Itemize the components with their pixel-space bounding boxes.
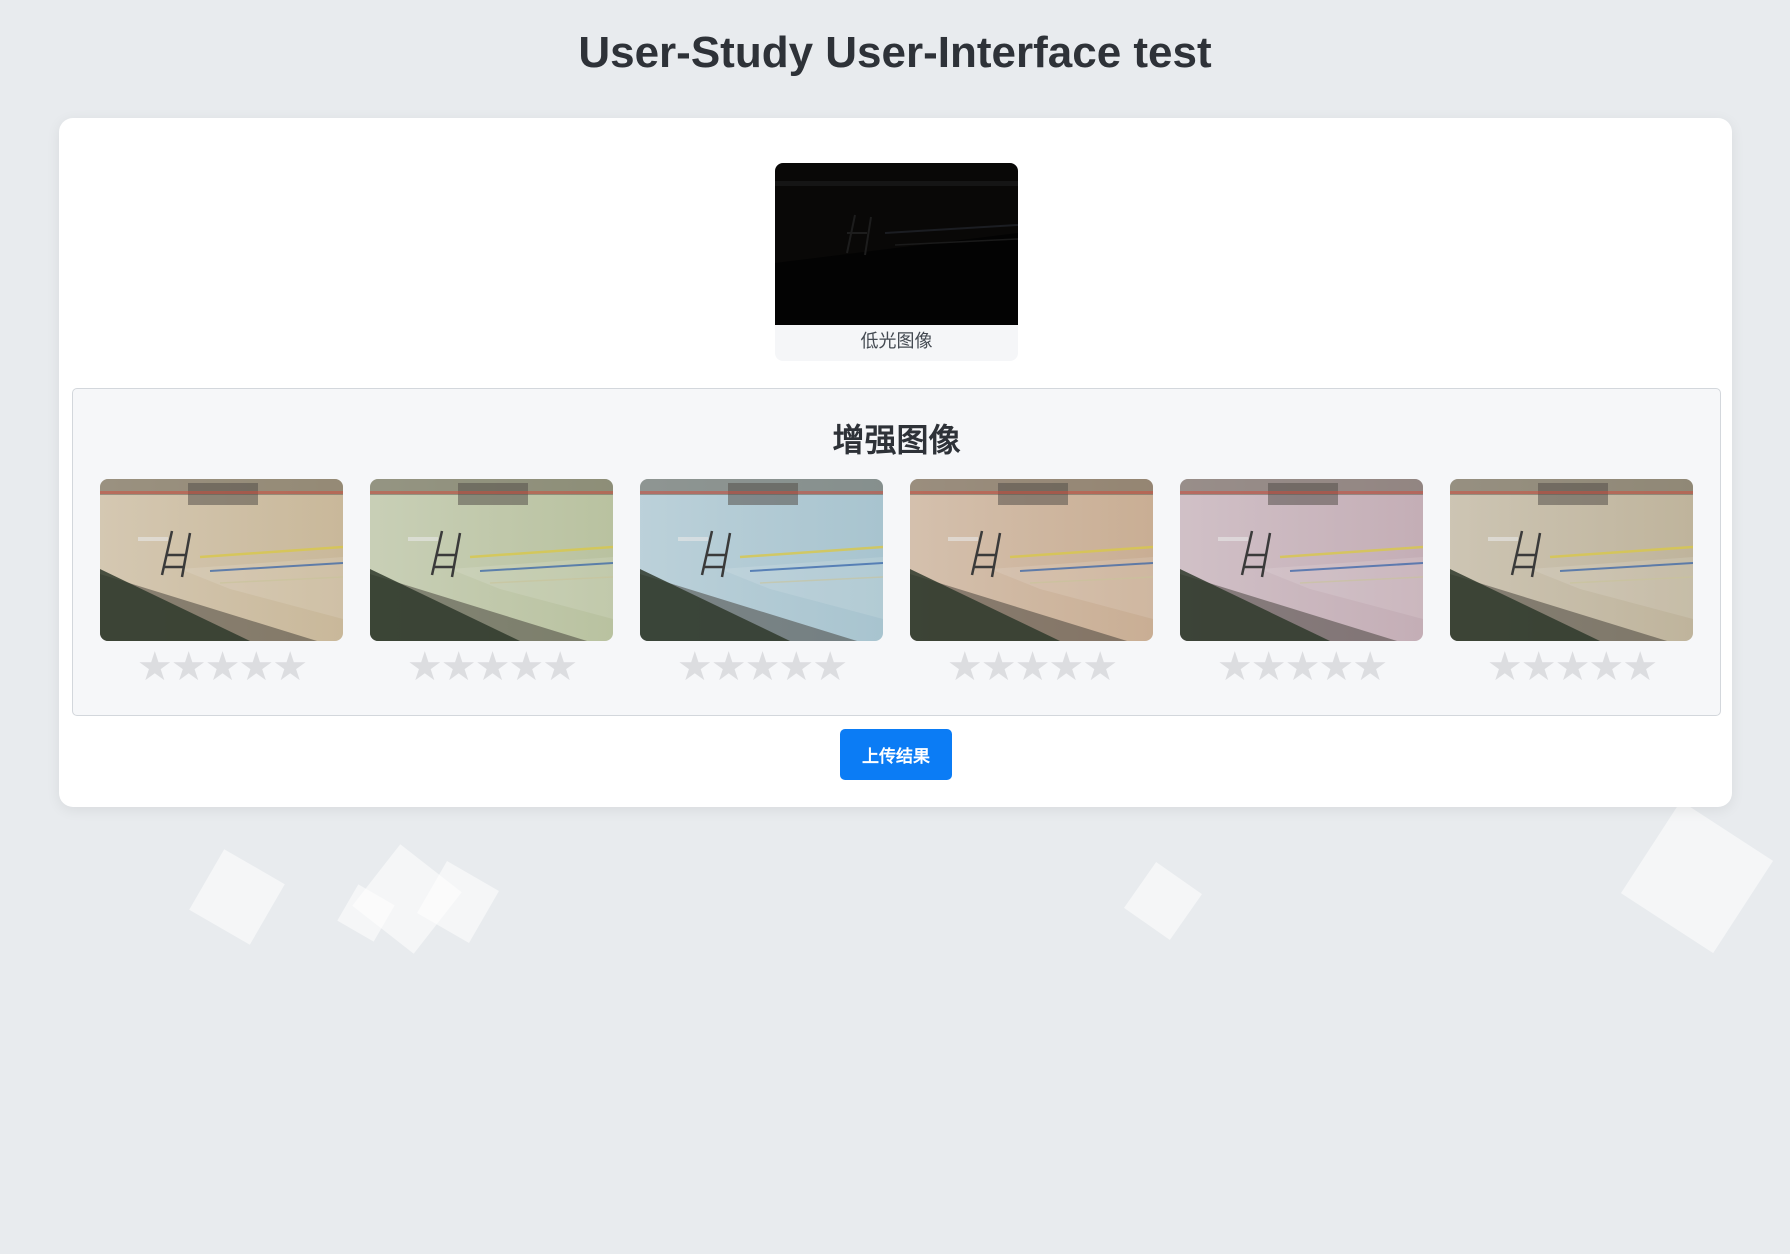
star-icon[interactable]: ★: [238, 644, 274, 690]
star-icon[interactable]: ★: [1487, 644, 1523, 690]
star-icon[interactable]: ★: [137, 644, 173, 690]
lowlight-image: [775, 163, 1018, 325]
star-icon[interactable]: ★: [407, 644, 443, 690]
star-icon[interactable]: ★: [812, 644, 848, 690]
star-icon[interactable]: ★: [711, 644, 747, 690]
star-icon[interactable]: ★: [1082, 644, 1118, 690]
star-icon[interactable]: ★: [1588, 644, 1624, 690]
background-decoration: [1124, 862, 1202, 940]
star-icon[interactable]: ★: [1521, 644, 1557, 690]
enhanced-image-item: ★★★★★: [370, 479, 613, 691]
enhanced-image: [910, 479, 1153, 641]
star-rating: ★★★★★: [370, 645, 613, 689]
star-icon[interactable]: ★: [441, 644, 477, 690]
star-icon[interactable]: ★: [1251, 644, 1287, 690]
enhanced-image-item: ★★★★★: [640, 479, 883, 691]
enhanced-image-item: ★★★★★: [1450, 479, 1693, 691]
enhanced-image-item: ★★★★★: [100, 479, 343, 691]
star-rating: ★★★★★: [640, 645, 883, 689]
enhanced-image: [370, 479, 613, 641]
star-icon[interactable]: ★: [171, 644, 207, 690]
star-icon[interactable]: ★: [1555, 644, 1591, 690]
star-icon[interactable]: ★: [1048, 644, 1084, 690]
enhanced-image-item: ★★★★★: [1180, 479, 1423, 691]
enhanced-image: [1450, 479, 1693, 641]
star-icon[interactable]: ★: [272, 644, 308, 690]
page-title: User-Study User-Interface test: [578, 28, 1212, 77]
star-rating: ★★★★★: [100, 645, 343, 689]
upload-results-button[interactable]: 上传结果: [840, 729, 952, 780]
enhanced-image: [640, 479, 883, 641]
star-rating: ★★★★★: [1180, 645, 1423, 689]
star-icon[interactable]: ★: [542, 644, 578, 690]
main-card: 低光图像 增强图像 ★★★★★ ★★★★★ ★★★★★ ★★★★★ ★★★★★ ★★★★★…: [59, 118, 1732, 807]
star-icon[interactable]: ★: [205, 644, 241, 690]
background-decoration: [189, 849, 285, 945]
background-decoration: [1620, 800, 1774, 954]
star-icon[interactable]: ★: [1015, 644, 1051, 690]
enhanced-image: [1180, 479, 1423, 641]
enhanced-image: [100, 479, 343, 641]
star-icon[interactable]: ★: [508, 644, 544, 690]
star-icon[interactable]: ★: [1352, 644, 1388, 690]
star-icon[interactable]: ★: [745, 644, 781, 690]
enhanced-image-item: ★★★★★: [910, 479, 1153, 691]
lowlight-image-block: 低光图像: [775, 163, 1018, 361]
star-icon[interactable]: ★: [778, 644, 814, 690]
star-rating: ★★★★★: [910, 645, 1153, 689]
enhanced-panel: 增强图像 ★★★★★ ★★★★★ ★★★★★ ★★★★★ ★★★★★ ★★★★★: [72, 388, 1721, 716]
star-rating: ★★★★★: [1450, 645, 1693, 689]
star-icon[interactable]: ★: [981, 644, 1017, 690]
star-icon[interactable]: ★: [1217, 644, 1253, 690]
star-icon[interactable]: ★: [677, 644, 713, 690]
star-icon[interactable]: ★: [1318, 644, 1354, 690]
star-icon[interactable]: ★: [475, 644, 511, 690]
star-icon[interactable]: ★: [1622, 644, 1658, 690]
star-icon[interactable]: ★: [947, 644, 983, 690]
lowlight-caption: 低光图像: [860, 331, 933, 352]
enhanced-title: 增强图像: [832, 421, 961, 459]
star-icon[interactable]: ★: [1285, 644, 1321, 690]
